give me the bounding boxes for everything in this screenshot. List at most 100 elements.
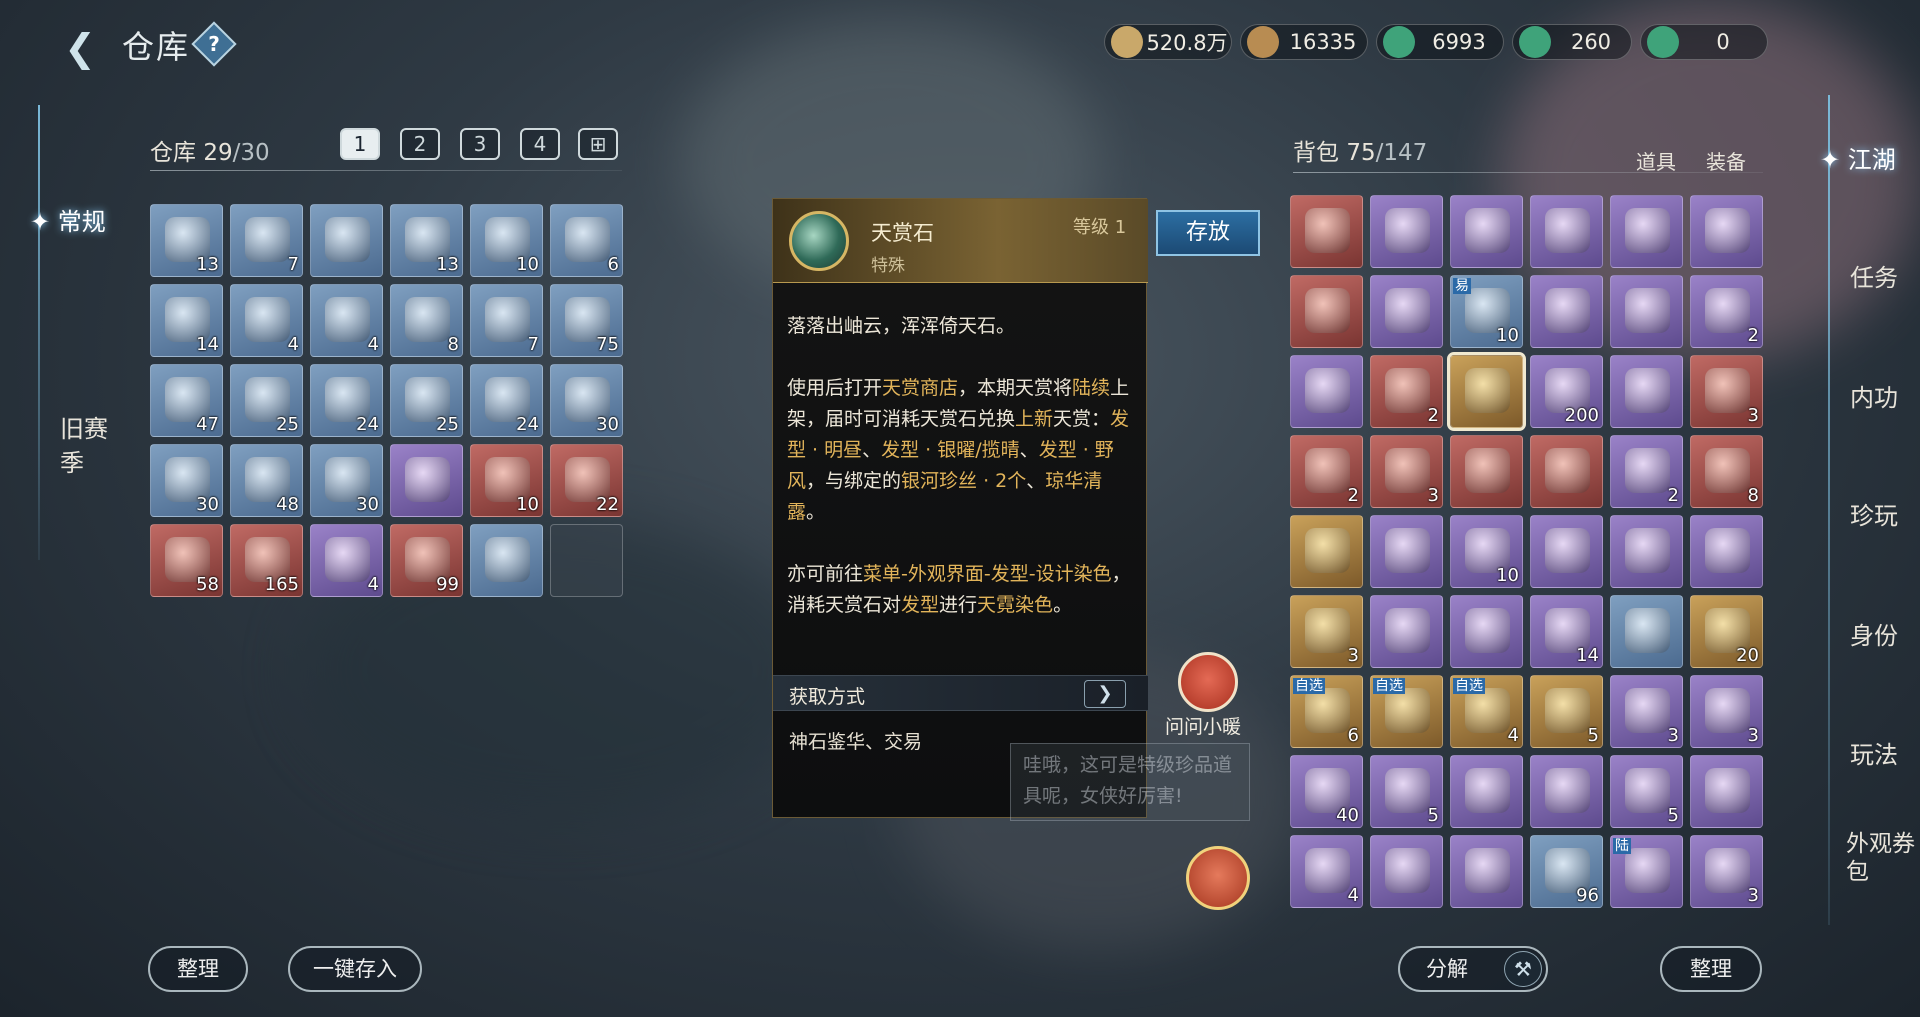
backpack-slot[interactable] [1370, 595, 1443, 668]
deposit-all-button[interactable]: 一键存入 [288, 946, 422, 992]
nav-jianghu[interactable]: ✦ 江湖 [1820, 140, 1896, 175]
warehouse-slot[interactable]: 30 [150, 444, 223, 517]
warehouse-slot[interactable]: 30 [550, 364, 623, 437]
backpack-slot[interactable]: 陆 [1610, 835, 1683, 908]
backpack-slot[interactable]: 自选 6 [1290, 675, 1363, 748]
nav-task[interactable]: 任务 [1850, 258, 1898, 293]
backpack-slot[interactable]: 2 [1610, 435, 1683, 508]
backpack-slot[interactable] [1290, 275, 1363, 348]
warehouse-slot[interactable]: 25 [230, 364, 303, 437]
backpack-slot[interactable] [1530, 755, 1603, 828]
backpack-tab-equip[interactable]: 装备 [1706, 146, 1746, 175]
backpack-slot[interactable] [1450, 755, 1523, 828]
warehouse-sort-button[interactable]: 整理 [148, 946, 248, 992]
warehouse-slot[interactable] [310, 204, 383, 277]
backpack-slot[interactable]: 5 [1370, 755, 1443, 828]
backpack-slot[interactable] [1610, 595, 1683, 668]
warehouse-slot[interactable]: 75 [550, 284, 623, 357]
backpack-slot[interactable] [1610, 515, 1683, 588]
backpack-slot[interactable]: 8 [1690, 435, 1763, 508]
warehouse-slot[interactable]: 4 [310, 524, 383, 597]
nav-gameplay[interactable]: 玩法 [1850, 735, 1898, 770]
backpack-slot[interactable]: 易 10 [1450, 275, 1523, 348]
warehouse-slot[interactable]: 13 [390, 204, 463, 277]
nav-old-season[interactable]: 旧赛季 [60, 412, 120, 480]
back-button[interactable]: ❮ [52, 24, 108, 72]
warehouse-slot[interactable]: 48 [230, 444, 303, 517]
warehouse-slot[interactable]: 7 [470, 284, 543, 357]
backpack-slot[interactable]: 3 [1690, 835, 1763, 908]
warehouse-slot[interactable]: 24 [470, 364, 543, 437]
backpack-slot[interactable] [1290, 355, 1363, 428]
backpack-slot[interactable] [1450, 195, 1523, 268]
warehouse-slot[interactable]: 7 [230, 204, 303, 277]
backpack-slot[interactable] [1290, 195, 1363, 268]
backpack-slot[interactable] [1610, 195, 1683, 268]
warehouse-slot[interactable]: 22 [550, 444, 623, 517]
backpack-slot[interactable] [1370, 195, 1443, 268]
backpack-slot[interactable]: 自选 4 [1450, 675, 1523, 748]
warehouse-tab-4[interactable]: 4 [520, 128, 560, 160]
backpack-slot[interactable]: 4 [1290, 835, 1363, 908]
acquire-expand-button[interactable]: ❯ [1084, 680, 1126, 708]
nav-appearance-voucher[interactable]: 外观券包 [1846, 830, 1920, 886]
assistant-avatar-icon[interactable] [1178, 652, 1238, 712]
warehouse-slot[interactable]: 6 [550, 204, 623, 277]
warehouse-slot[interactable] [470, 524, 543, 597]
backpack-slot[interactable] [1690, 755, 1763, 828]
backpack-slot[interactable]: 自选 [1370, 675, 1443, 748]
warehouse-tab-1[interactable]: 1 [340, 128, 380, 160]
warehouse-slot[interactable]: 13 [150, 204, 223, 277]
backpack-slot[interactable]: 14 [1530, 595, 1603, 668]
backpack-sort-button[interactable]: 整理 [1660, 946, 1762, 992]
backpack-slot[interactable] [1530, 195, 1603, 268]
backpack-slot[interactable] [1530, 435, 1603, 508]
warehouse-tab-add[interactable]: ⊞ [578, 128, 618, 160]
warehouse-slot[interactable]: 10 [470, 444, 543, 517]
backpack-slot[interactable] [1610, 275, 1683, 348]
backpack-slot[interactable] [1530, 515, 1603, 588]
warehouse-slot[interactable]: 24 [310, 364, 383, 437]
warehouse-slot[interactable]: 14 [150, 284, 223, 357]
nav-identity[interactable]: 身份 [1850, 616, 1898, 651]
backpack-slot[interactable]: 96 [1530, 835, 1603, 908]
backpack-slot[interactable]: 3 [1370, 435, 1443, 508]
backpack-slot[interactable]: 2 [1370, 355, 1443, 428]
backpack-slot[interactable]: 5 [1530, 675, 1603, 748]
backpack-slot[interactable] [1447, 352, 1526, 431]
currency-jade[interactable]: 6993 [1376, 24, 1504, 60]
backpack-slot[interactable]: 3 [1290, 595, 1363, 668]
warehouse-tab-2[interactable]: 2 [400, 128, 440, 160]
backpack-slot[interactable] [1530, 275, 1603, 348]
backpack-slot[interactable]: 3 [1610, 675, 1683, 748]
acquire-bar[interactable]: 获取方式 ❯ [773, 675, 1148, 711]
backpack-slot[interactable] [1610, 355, 1683, 428]
backpack-slot[interactable]: 200 [1530, 355, 1603, 428]
backpack-slot[interactable]: 5 [1610, 755, 1683, 828]
warehouse-slot[interactable]: 58 [150, 524, 223, 597]
backpack-slot[interactable] [1370, 515, 1443, 588]
warehouse-slot[interactable]: 10 [470, 204, 543, 277]
store-button[interactable]: 存放 [1156, 210, 1260, 256]
help-button[interactable]: ? [191, 21, 237, 67]
warehouse-slot[interactable]: 4 [230, 284, 303, 357]
backpack-slot[interactable] [1690, 515, 1763, 588]
backpack-slot[interactable]: 2 [1290, 435, 1363, 508]
decompose-button[interactable]: 分解 ⚒ [1398, 946, 1548, 992]
warehouse-slot[interactable]: 47 [150, 364, 223, 437]
warehouse-slot[interactable]: 99 [390, 524, 463, 597]
warehouse-tab-3[interactable]: 3 [460, 128, 500, 160]
currency-scroll[interactable]: 520.8万 [1104, 24, 1232, 60]
warehouse-slot[interactable]: 30 [310, 444, 383, 517]
backpack-slot[interactable]: 10 [1450, 515, 1523, 588]
backpack-slot[interactable] [1370, 275, 1443, 348]
warehouse-slot[interactable]: 4 [310, 284, 383, 357]
warehouse-slot[interactable]: 25 [390, 364, 463, 437]
warehouse-slot[interactable]: 8 [390, 284, 463, 357]
backpack-slot[interactable]: 3 [1690, 355, 1763, 428]
assistant-float-icon[interactable] [1186, 846, 1250, 910]
backpack-slot[interactable]: 20 [1690, 595, 1763, 668]
backpack-slot[interactable] [1690, 195, 1763, 268]
currency-jade-bound[interactable]: 260 [1512, 24, 1632, 60]
currency-copper[interactable]: 16335 [1240, 24, 1368, 60]
